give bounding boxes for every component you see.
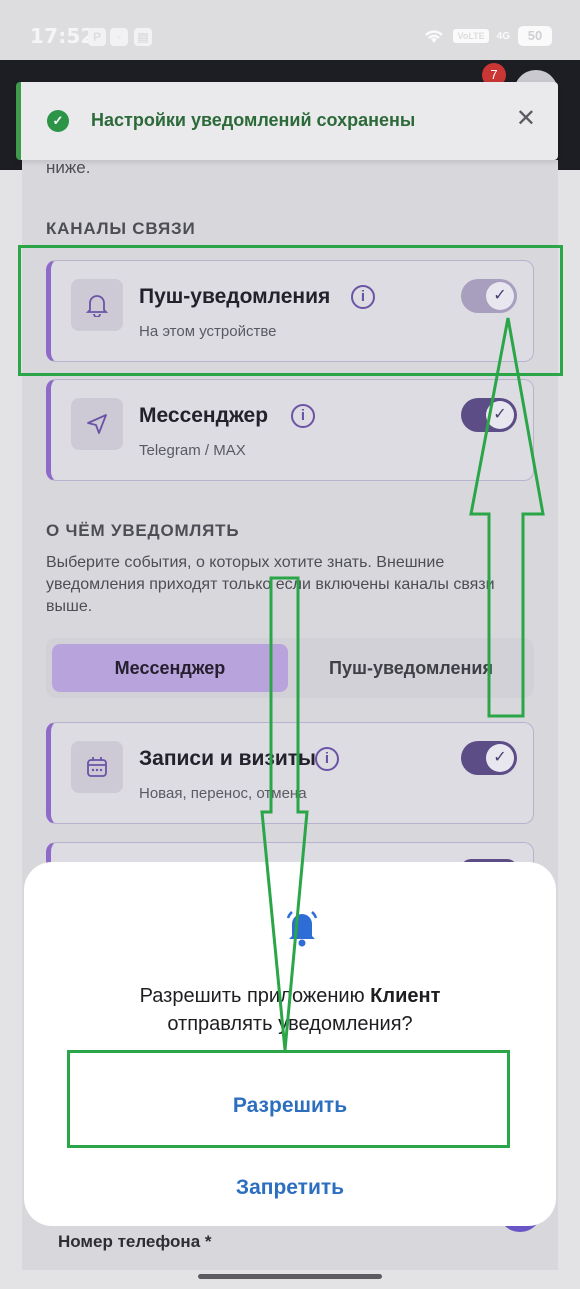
- events-section-title: О ЧЁМ УВЕДОМЛЯТЬ: [46, 521, 240, 540]
- chat-notification-icon: ◦: [110, 28, 128, 46]
- annotation-box-push: [18, 245, 563, 376]
- status-time: 17:52: [30, 24, 95, 48]
- channel-title: Мессенджер: [139, 404, 269, 427]
- gesture-bar[interactable]: [198, 1274, 382, 1279]
- close-icon[interactable]: ✕: [516, 104, 536, 133]
- bell-ring-icon: [286, 911, 318, 947]
- calendar-icon: [71, 741, 123, 793]
- dialog-message: Разрешить приложению Клиент отправлять у…: [24, 982, 556, 1038]
- channels-section-title: КАНАЛЫ СВЯЗИ: [46, 219, 196, 238]
- battery-icon: 50: [518, 26, 552, 46]
- status-bar: 17:52 P ◦ ▤ VoLTE 4G 50: [0, 0, 580, 60]
- tab-push[interactable]: Пуш-уведомления: [296, 644, 526, 692]
- permission-dialog: Разрешить приложению Клиент отправлять у…: [24, 862, 556, 1226]
- tab-messenger[interactable]: Мессенджер: [52, 644, 288, 692]
- info-icon[interactable]: i: [291, 404, 315, 428]
- signal-icon: 4G: [496, 30, 510, 42]
- toast-message: Настройки уведомлений сохранены: [91, 110, 416, 130]
- success-toast: ✓ Настройки уведомлений сохранены ✕: [16, 82, 558, 160]
- app-notification-icon: P: [88, 28, 106, 46]
- channel-tabs: Мессенджер Пуш-уведомления: [46, 638, 534, 698]
- check-icon: ✓: [486, 401, 514, 429]
- phone-label: Номер телефона *: [58, 1232, 212, 1251]
- deny-button[interactable]: Запретить: [74, 1158, 506, 1218]
- volte-badge: VoLTE: [453, 29, 489, 43]
- event-subtitle: Новая, перенос, отмена: [139, 785, 307, 802]
- dialog-text-prefix: Разрешить приложению: [139, 985, 371, 1007]
- info-icon[interactable]: i: [315, 747, 339, 771]
- annotation-box-allow: [67, 1050, 510, 1148]
- messenger-toggle[interactable]: ✓: [461, 398, 517, 432]
- wifi-icon: [425, 30, 444, 43]
- send-icon: [71, 398, 123, 450]
- appointments-toggle[interactable]: ✓: [461, 741, 517, 775]
- event-title: Записи и визиты: [139, 747, 316, 770]
- store-notification-icon: ▤: [134, 28, 152, 46]
- channel-subtitle: Telegram / MAX: [139, 442, 246, 459]
- check-icon: ✓: [486, 744, 514, 772]
- channel-card-messenger[interactable]: Мессенджер Telegram / MAX i ✓: [46, 379, 534, 481]
- check-circle-icon: ✓: [47, 110, 69, 132]
- status-indicators: VoLTE 4G 50: [423, 26, 552, 46]
- event-card-appointments[interactable]: Записи и визиты Новая, перенос, отмена i…: [46, 722, 534, 824]
- dialog-app-name: Клиент: [370, 985, 441, 1007]
- events-description: Выберите события, о которых хотите знать…: [46, 554, 495, 615]
- intro-text-tail: ниже.: [46, 158, 91, 177]
- dialog-text-suffix: отправлять уведомления?: [167, 1013, 413, 1035]
